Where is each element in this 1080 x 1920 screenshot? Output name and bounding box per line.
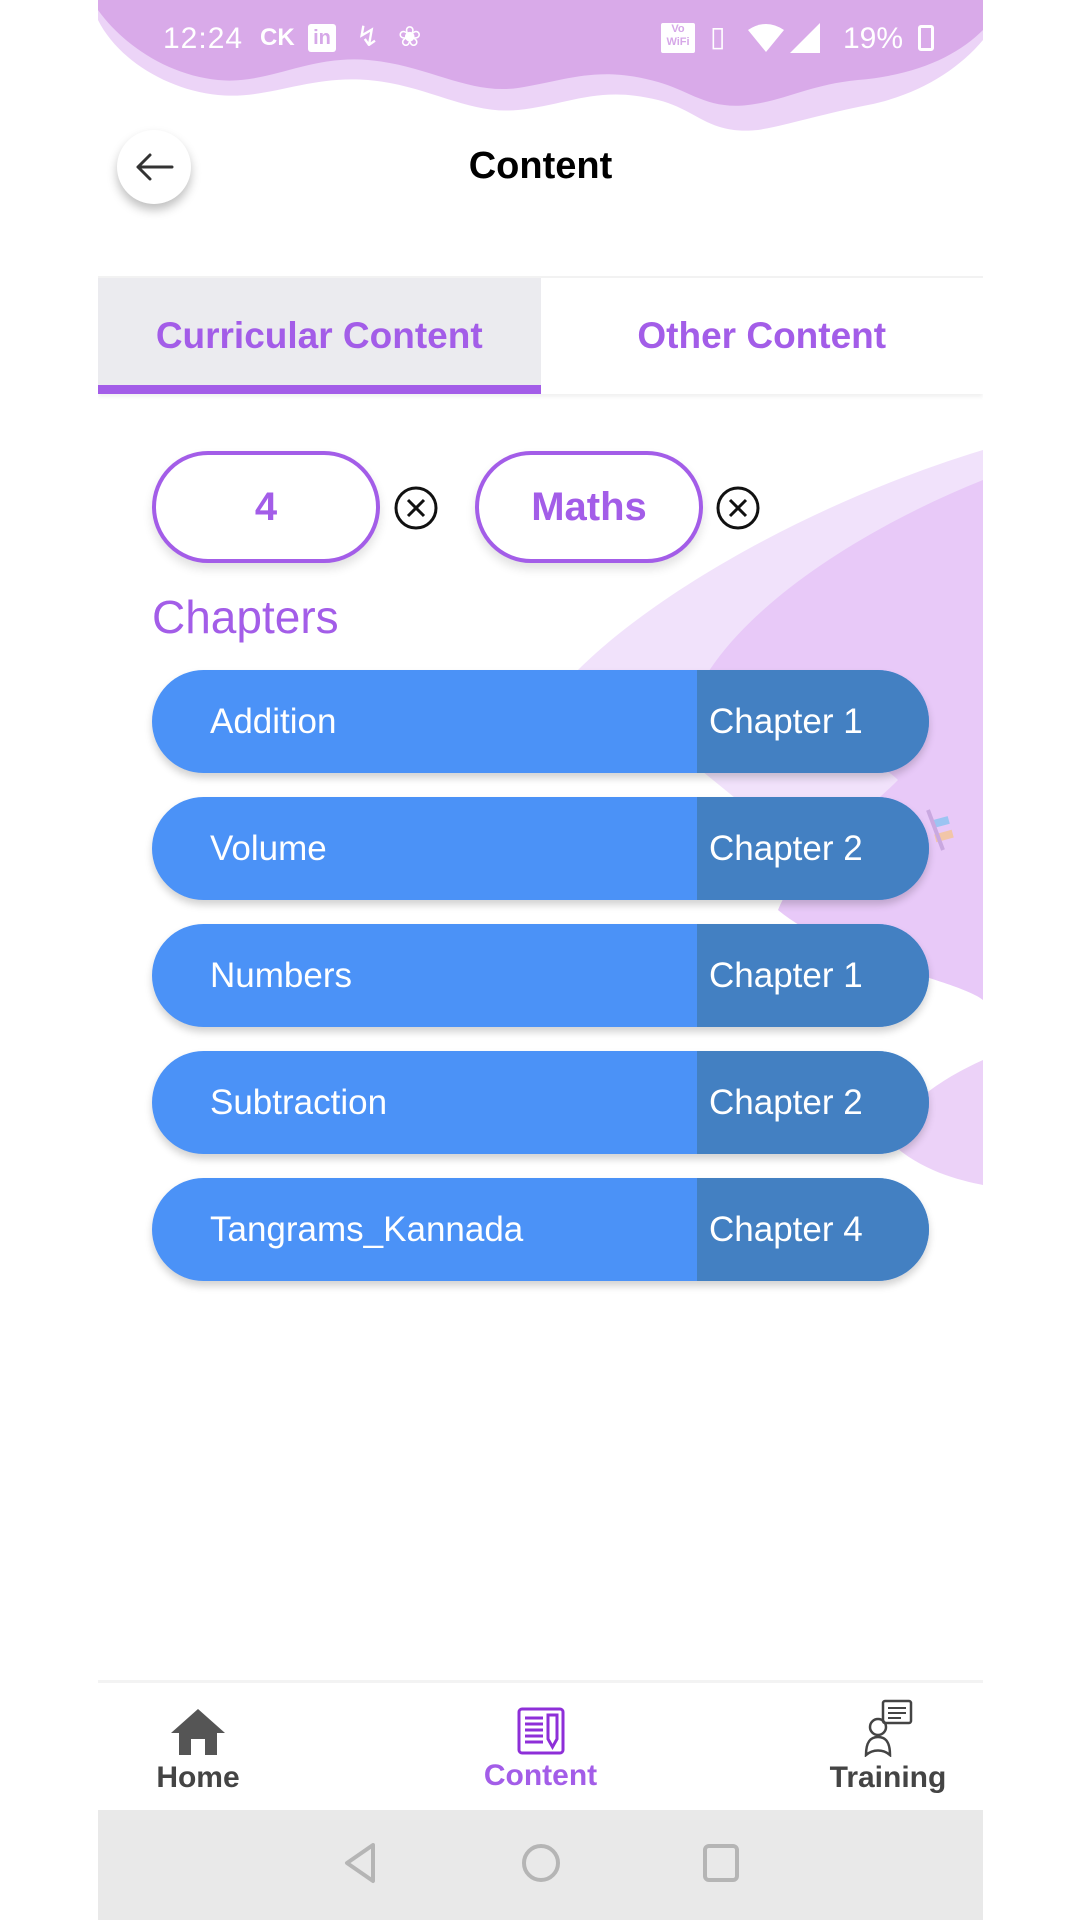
system-navigation-bar [98, 1810, 983, 1920]
home-circle-icon[interactable] [520, 1842, 562, 1884]
phone-missed-icon: ↯ [356, 21, 380, 52]
linkedin-icon: in [308, 24, 336, 52]
chapter-number: Chapter 1 [697, 670, 929, 773]
chapter-list: Addition Chapter 1 Volume Chapter 2 Numb… [152, 670, 929, 1305]
chapter-number: Chapter 1 [697, 924, 929, 1027]
nav-training-label: Training [829, 1761, 947, 1794]
nav-content-label: Content [483, 1759, 598, 1792]
tab-curricular-content[interactable]: Curricular Content [98, 278, 541, 394]
tab-other-content[interactable]: Other Content [541, 278, 984, 394]
home-icon [171, 1709, 225, 1755]
nav-home-label: Home [156, 1761, 240, 1794]
chapter-number: Chapter 4 [697, 1178, 929, 1281]
chapter-row[interactable]: Tangrams_Kannada Chapter 4 [152, 1178, 929, 1281]
status-time: 12:24 [163, 22, 244, 55]
back-triangle-icon[interactable] [343, 1842, 377, 1884]
chapter-name: Subtraction [210, 1082, 388, 1122]
vibrate-icon: ▯ [710, 21, 726, 52]
battery-percent: 19% [843, 22, 904, 55]
chapter-name: Addition [210, 701, 337, 741]
chapter-name: Numbers [210, 955, 352, 995]
chapter-row[interactable]: Numbers Chapter 1 [152, 924, 929, 1027]
bottom-navigation: Home Content Training [98, 1680, 983, 1813]
content-tabs: Curricular Content Other Content [98, 276, 983, 394]
chapter-row[interactable]: Subtraction Chapter 2 [152, 1051, 929, 1154]
recents-square-icon[interactable] [701, 1842, 741, 1884]
training-icon [864, 1699, 913, 1757]
battery-icon [918, 25, 934, 51]
carrier-badge: CK [260, 24, 295, 51]
volte-wifi-icon: Vo WiFi [661, 23, 695, 53]
chapter-number: Chapter 2 [697, 797, 929, 900]
clear-grade-filter-icon[interactable] [393, 485, 439, 531]
content-icon [517, 1707, 564, 1755]
chapter-row[interactable]: Addition Chapter 1 [152, 670, 929, 773]
airtel-icon: ❀ [398, 21, 422, 52]
subject-filter-chip[interactable]: Maths [475, 451, 703, 563]
signal-icon [790, 23, 820, 53]
app-screen: 12:24 CK in ↯ ❀ Vo WiFi ▯ 19% Content Cu… [98, 0, 983, 1920]
grade-filter-chip[interactable]: 4 [152, 451, 380, 563]
page-title: Content [468, 145, 613, 187]
status-bar: 12:24 CK in ↯ ❀ Vo WiFi ▯ 19% [98, 18, 983, 60]
chapter-number: Chapter 2 [697, 1051, 929, 1154]
chapter-name: Volume [210, 828, 327, 868]
wifi-icon [748, 24, 784, 52]
chapter-row[interactable]: Volume Chapter 2 [152, 797, 929, 900]
chapters-heading: Chapters [152, 591, 339, 643]
clear-subject-filter-icon[interactable] [715, 485, 761, 531]
chapter-name: Tangrams_Kannada [210, 1209, 524, 1249]
